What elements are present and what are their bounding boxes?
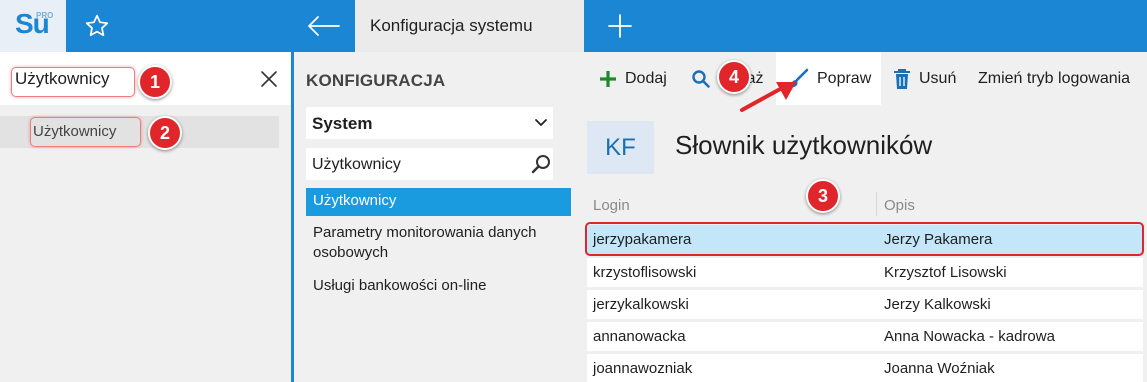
column-header-opis[interactable]: Opis <box>884 197 915 214</box>
cell-login: krzystoflisowski <box>593 264 697 281</box>
new-tab-plus-icon[interactable] <box>600 8 640 44</box>
magnifier-icon <box>692 69 710 88</box>
delete-button-label: Usuń <box>919 69 957 87</box>
cell-opis: Krzysztof Lisowski <box>884 264 1007 281</box>
configuration-panel: KONFIGURACJA System Użytkownicy Użytkown… <box>294 52 573 382</box>
step-badge-4: 4 <box>717 60 751 94</box>
step-badge-3: 3 <box>806 179 840 213</box>
change-login-mode-label: Zmień tryb logowania <box>978 69 1131 87</box>
chevron-down-icon <box>535 119 547 126</box>
tree-item-uzytkownicy[interactable]: Użytkownicy <box>306 188 571 216</box>
toolbar: Dodaj Pokaż Popraw Usuń Zmień tryb logow… <box>573 52 1147 105</box>
table-row[interactable]: joannawozniak Joanna Woźniak <box>587 354 1143 382</box>
cell-opis: Jerzy Kalkowski <box>884 296 991 313</box>
top-bar: Su PRO Konfiguracja systemu <box>0 0 1147 52</box>
tab-konfiguracja-systemu[interactable]: Konfiguracja systemu <box>355 0 584 52</box>
column-divider <box>876 192 877 216</box>
step-badge-1: 1 <box>138 65 172 99</box>
app-logo[interactable]: Su PRO <box>0 0 66 52</box>
add-button-label: Dodaj <box>625 69 667 87</box>
config-search-input[interactable]: Użytkownicy <box>306 148 553 180</box>
highlight-search-query <box>11 67 135 97</box>
table-header: Login Opis <box>587 188 1143 223</box>
table-row[interactable]: krzystoflisowski Krzysztof Lisowski <box>587 258 1143 287</box>
cell-login: annanowacka <box>593 328 686 345</box>
close-icon[interactable] <box>256 66 282 92</box>
system-select-value: System <box>312 114 373 133</box>
menu-search-panel: Użytkownicy Użytkownicy <box>0 52 291 382</box>
edit-button-label: Popraw <box>817 69 872 87</box>
config-search-value: Użytkownicy <box>312 156 401 173</box>
highlight-search-result <box>30 117 141 147</box>
cell-opis: Anna Nowacka - kadrowa <box>884 328 1055 345</box>
cell-login: joannawozniak <box>593 360 693 377</box>
change-login-mode-button[interactable]: Zmień tryb logowania <box>978 52 1130 105</box>
system-select[interactable]: System <box>306 107 553 139</box>
favorites-star-icon[interactable] <box>80 10 114 42</box>
column-header-login[interactable]: Login <box>593 197 630 214</box>
trash-icon <box>894 68 910 89</box>
dictionary-title: Słownik użytkowników <box>675 130 933 160</box>
add-button[interactable]: Dodaj <box>599 52 667 105</box>
step-badge-2: 2 <box>148 116 182 150</box>
cell-opis: Joanna Woźniak <box>884 360 995 377</box>
tree-item-parametry-monitorowania[interactable]: Parametry monitorowania danych osobowych <box>306 220 571 266</box>
logo-superscript: PRO <box>36 11 54 20</box>
back-arrow-icon[interactable] <box>300 8 346 44</box>
dictionary-badge: KF <box>587 121 654 174</box>
plus-icon <box>600 70 616 87</box>
tab-title: Konfiguracja systemu <box>370 16 533 35</box>
delete-button[interactable]: Usuń <box>893 52 956 105</box>
tree-item-uslugi-bankowosci[interactable]: Usługi bankowości on-line <box>306 273 571 299</box>
config-panel-title: KONFIGURACJA <box>306 71 446 90</box>
highlight-selected-row <box>585 222 1144 256</box>
table-row[interactable]: annanowacka Anna Nowacka - kadrowa <box>587 322 1143 351</box>
cell-login: jerzykalkowski <box>593 296 689 313</box>
search-icon[interactable] <box>530 153 552 175</box>
table-row[interactable]: jerzykalkowski Jerzy Kalkowski <box>587 290 1143 319</box>
